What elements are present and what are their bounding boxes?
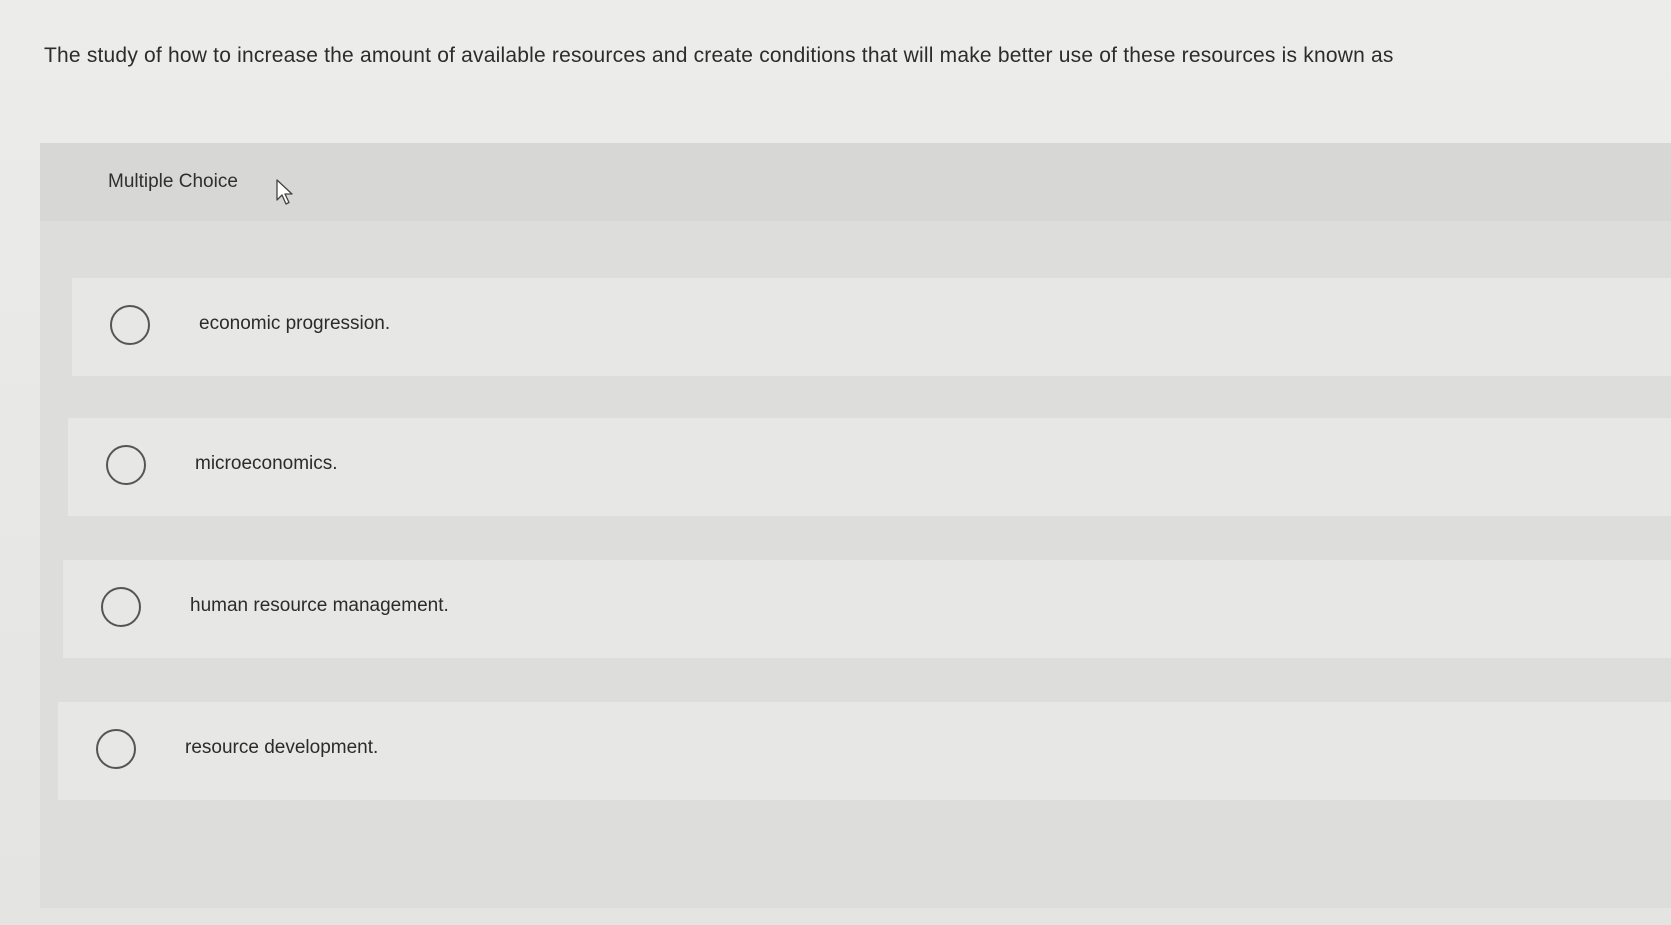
multiple-choice-header: Multiple Choice: [40, 143, 1671, 221]
choice-label: resource development.: [185, 737, 379, 758]
quiz-page: The study of how to increase the amount …: [0, 0, 1671, 925]
choice-option-microeconomics[interactable]: microeconomics.: [68, 418, 1671, 516]
choice-option-economic-progression[interactable]: economic progression.: [72, 278, 1671, 376]
choice-option-resource-development[interactable]: resource development.: [58, 702, 1671, 800]
radio-button[interactable]: [96, 729, 136, 769]
radio-button[interactable]: [106, 445, 146, 485]
question-text: The study of how to increase the amount …: [44, 44, 1394, 67]
choice-label: human resource management.: [190, 595, 449, 616]
mouse-pointer-icon: [276, 179, 293, 205]
multiple-choice-label: Multiple Choice: [108, 171, 238, 192]
choice-option-human-resource-management[interactable]: human resource management.: [63, 560, 1671, 658]
choice-label: microeconomics.: [195, 453, 338, 474]
choice-label: economic progression.: [199, 313, 391, 334]
radio-button[interactable]: [110, 305, 150, 345]
radio-button[interactable]: [101, 587, 141, 627]
